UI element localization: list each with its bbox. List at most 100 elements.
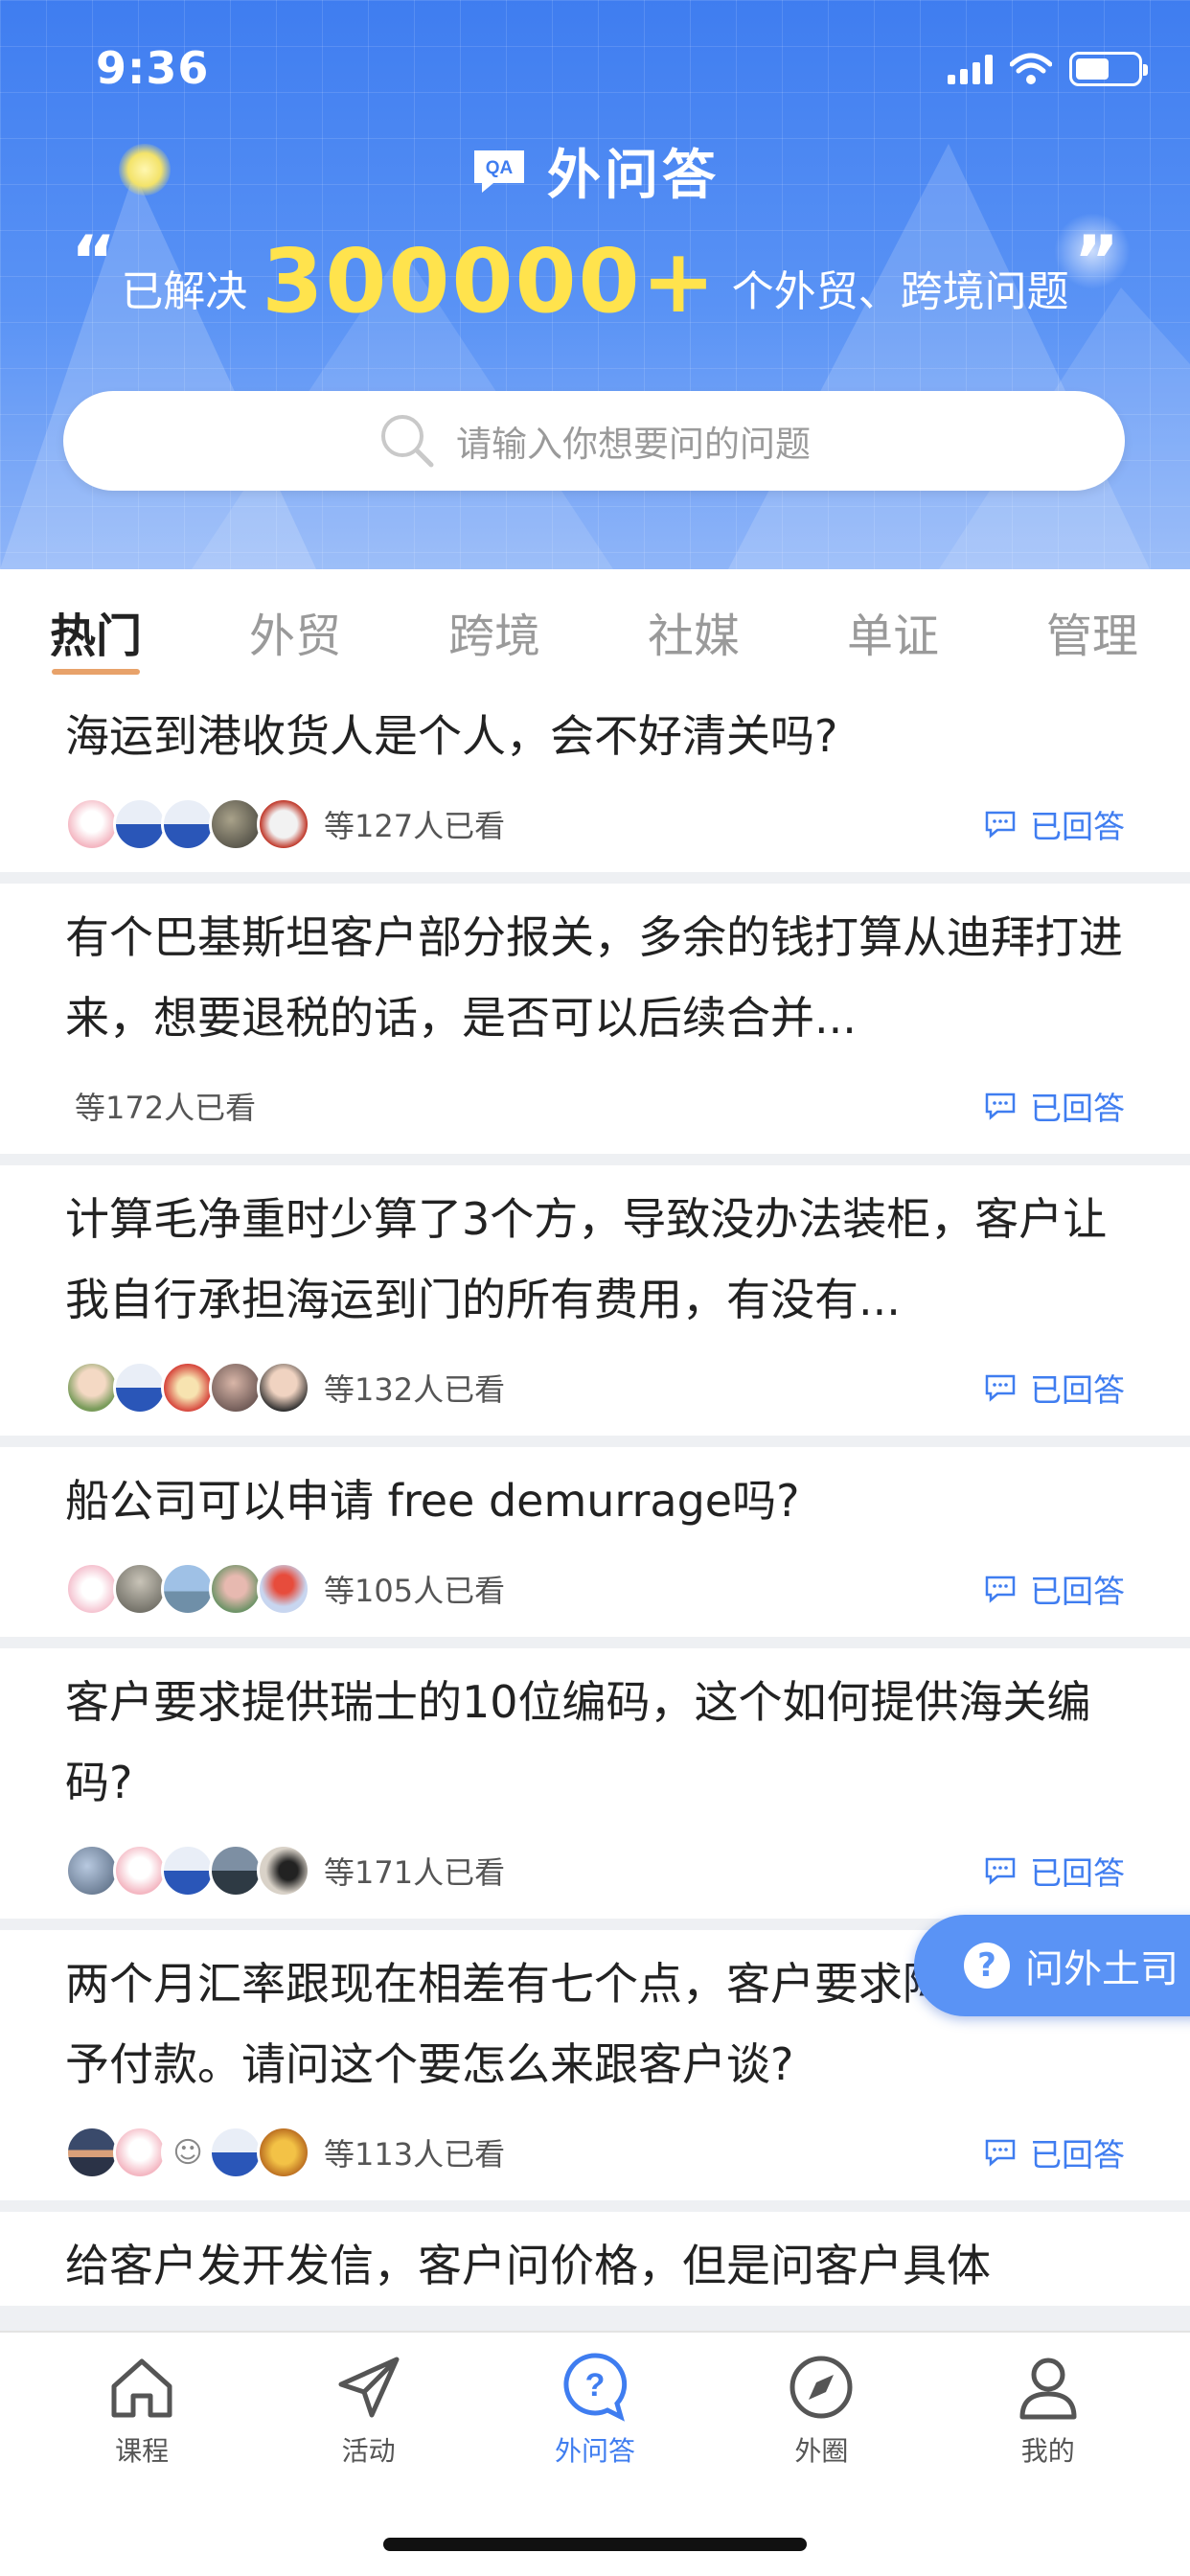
question-card[interactable]: 计算毛净重时少算了3个方，导致没办法装柜，客户让我自行承担海运到门的所有费用，有… [0, 1165, 1190, 1436]
avatar-group [65, 1844, 310, 1898]
tab-cross-border[interactable]: 跨境 [448, 569, 540, 686]
avatar [257, 1361, 310, 1414]
nav-qa[interactable]: ? 外问答 [499, 2350, 691, 2469]
question-meta: 等172人已看 已回答 [65, 1058, 1125, 1154]
answered-label: 已回答 [1030, 1090, 1125, 1127]
tab-social-media[interactable]: 社媒 [648, 569, 740, 686]
wifi-icon [1010, 53, 1052, 84]
question-card[interactable]: 海运到港收货人是个人，会不好清关吗? 等127人已看 已回答 [0, 686, 1190, 872]
question-card[interactable]: 客户要求提供瑞士的10位编码，这个如何提供海关编码? 等171人已看 已回答 [0, 1648, 1190, 1919]
question-feed: 海运到港收货人是个人，会不好清关吗? 等127人已看 已回答 有个巴基斯坦客户部… [0, 686, 1190, 2317]
avatar [209, 2126, 263, 2179]
question-title: 海运到港收货人是个人，会不好清关吗? [65, 710, 838, 762]
viewers: 等132人已看 [65, 1361, 505, 1414]
comment-icon [985, 811, 1016, 839]
comment-icon [985, 1092, 1016, 1120]
avatar: ☺ [161, 2126, 215, 2179]
svg-text:?: ? [585, 2367, 606, 2404]
svg-text:QA: QA [486, 158, 514, 178]
quote-close: ” [1073, 220, 1120, 301]
compass-icon [790, 2356, 853, 2419]
avatar [113, 797, 167, 851]
avatar [113, 1562, 167, 1616]
answered-status[interactable]: 已回答 [984, 1083, 1125, 1129]
question-meta: 等127人已看 已回答 [65, 776, 1125, 872]
avatar [113, 1844, 167, 1898]
view-count: 等113人已看 [324, 2136, 506, 2173]
comment-icon [985, 1857, 1016, 1885]
tab-documents[interactable]: 单证 [847, 569, 939, 686]
send-icon [338, 2357, 400, 2418]
search-icon [381, 415, 434, 468]
viewers: 等171人已看 [65, 1844, 505, 1898]
avatar [257, 797, 310, 851]
answered-status[interactable]: 已回答 [984, 2129, 1125, 2175]
avatar [161, 1361, 215, 1414]
avatar-group [65, 1361, 310, 1414]
question-mark-icon: ? [964, 1943, 1010, 1989]
question-card[interactable]: 给客户发开发信，客户问价格，但是问客户具体 [0, 2212, 1190, 2306]
question-title: 客户要求提供瑞士的10位编码，这个如何提供海关编码? [65, 1676, 1091, 1808]
answered-label: 已回答 [1030, 2136, 1125, 2174]
nav-courses[interactable]: 课程 [46, 2350, 238, 2469]
avatar [65, 1562, 119, 1616]
avatar-group: ☺ [65, 2126, 310, 2179]
avatar [113, 1361, 167, 1414]
question-title: 船公司可以申请 free demurrage吗? [65, 1475, 800, 1527]
avatar [209, 1562, 263, 1616]
slogan: “ 已解决 300000+ 个外贸、跨境问题 ” [0, 220, 1190, 333]
user-icon [1019, 2358, 1077, 2420]
avatar [161, 797, 215, 851]
signal-icon [948, 54, 993, 84]
view-count: 等127人已看 [324, 808, 506, 844]
home-indicator [383, 2538, 807, 2551]
answered-label: 已回答 [1030, 1854, 1125, 1892]
answered-status[interactable]: 已回答 [984, 1365, 1125, 1411]
avatar [161, 1562, 215, 1616]
nav-activities[interactable]: 活动 [273, 2350, 465, 2469]
question-title: 给客户发开发信，客户问价格，但是问客户具体 [65, 2240, 991, 2291]
battery-icon [1069, 52, 1148, 86]
tab-management[interactable]: 管理 [1046, 569, 1138, 686]
tab-hot[interactable]: 热门 [50, 569, 142, 686]
view-count: 等171人已看 [324, 1854, 506, 1891]
nav-label: 我的 [1020, 2435, 1075, 2467]
answered-status[interactable]: 已回答 [984, 801, 1125, 847]
avatar [65, 2126, 119, 2179]
view-count: 等132人已看 [324, 1371, 506, 1408]
avatar [257, 1844, 310, 1898]
home-icon [111, 2358, 172, 2418]
avatar [65, 1361, 119, 1414]
avatar [65, 797, 119, 851]
ask-button-label: 问外土司 [1025, 1947, 1179, 1991]
question-meta: 等105人已看 已回答 [65, 1541, 1125, 1637]
avatar-group [65, 1562, 310, 1616]
question-title: 计算毛净重时少算了3个方，导致没办法装柜，客户让我自行承担海运到门的所有费用，有… [65, 1193, 1108, 1325]
bottom-navigation: 课程 活动 ? 外问答 外圈 我的 [0, 2331, 1190, 2576]
nav-profile[interactable]: 我的 [952, 2350, 1144, 2469]
search-bar[interactable]: 请输入你想要问的问题 [63, 391, 1125, 491]
answered-status[interactable]: 已回答 [984, 1566, 1125, 1612]
avatar [209, 1844, 263, 1898]
question-meta: 等171人已看 已回答 [65, 1823, 1125, 1919]
nav-circle[interactable]: 外圈 [725, 2350, 917, 2469]
avatar [257, 2126, 310, 2179]
tab-foreign-trade[interactable]: 外贸 [249, 569, 341, 686]
viewers: 等127人已看 [65, 797, 505, 851]
search-placeholder: 请输入你想要问的问题 [456, 424, 811, 465]
slogan-number: 300000+ [262, 230, 718, 333]
ask-question-button[interactable]: ? 问外土司 [914, 1915, 1190, 2016]
answered-label: 已回答 [1030, 1371, 1125, 1409]
avatar [65, 1844, 119, 1898]
avatar-group [65, 797, 310, 851]
nav-label: 课程 [115, 2435, 170, 2467]
question-card[interactable]: 有个巴基斯坦客户部分报关，多余的钱打算从迪拜打进来，想要退税的话，是否可以后续合… [0, 884, 1190, 1154]
header-banner: 9:36 QA 外问答 “ 已解决 300000+ 个外贸、跨境问题 ” 请输入… [0, 0, 1190, 569]
nav-label: 外问答 [554, 2435, 635, 2467]
answered-status[interactable]: 已回答 [984, 1848, 1125, 1894]
slogan-suffix: 个外贸、跨境问题 [731, 267, 1069, 316]
nav-label: 活动 [341, 2435, 396, 2467]
question-card[interactable]: 船公司可以申请 free demurrage吗? 等105人已看 已回答 [0, 1447, 1190, 1637]
quote-open: “ [70, 220, 117, 301]
comment-icon [985, 2139, 1016, 2167]
